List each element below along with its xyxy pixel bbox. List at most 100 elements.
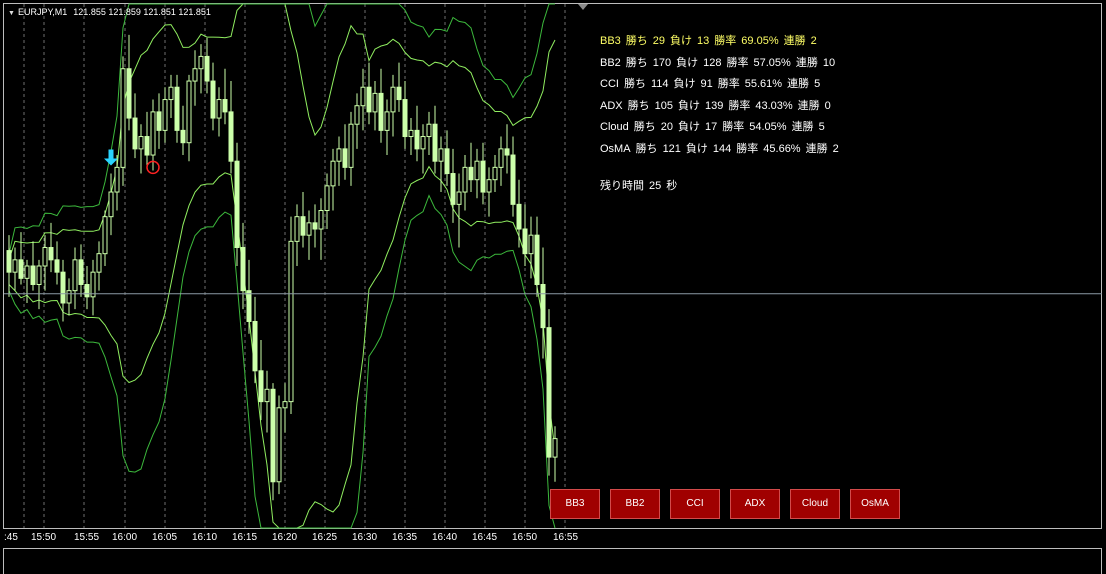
bull-candle-body: [138, 136, 144, 150]
time-tick-label: 16:45: [472, 532, 498, 543]
bb2-button[interactable]: BB2: [610, 489, 660, 519]
candle-14: [90, 259, 96, 316]
dropdown-triangle-icon[interactable]: ▼: [8, 10, 15, 17]
bb3-button[interactable]: BB3: [550, 489, 600, 519]
bull-candle-body: [192, 68, 198, 82]
candle-65: [396, 62, 402, 112]
bull-candle-body: [162, 99, 168, 131]
ohlc-values: 121.855 121.859 121.851 121.851: [73, 7, 211, 17]
time-tick-label: 16:05: [152, 532, 178, 543]
bull-candle-body: [36, 265, 42, 285]
bear-candle-body: [78, 259, 84, 285]
candle-83: [504, 124, 510, 174]
stat-streak: 0: [824, 99, 831, 112]
stat-win-label: 勝ち: [623, 78, 646, 90]
stat-win-label: 勝ち: [625, 56, 648, 69]
candle-4: [30, 241, 36, 291]
bear-candle-body: [258, 370, 264, 403]
stat-row-cci: CCI 勝ち 114 負け 91 勝率 55.61% 連勝 5: [600, 74, 844, 96]
bull-candle-body: [336, 148, 342, 162]
bear-candle-body: [174, 86, 180, 131]
candle-32: [198, 44, 204, 94]
stat-loss-label: 負け: [678, 121, 700, 133]
candle-85: [516, 179, 522, 248]
stat-losses: 128: [703, 56, 722, 69]
candle-38: [234, 142, 240, 266]
bull-candle-body: [324, 185, 330, 212]
bull-candle-body: [198, 55, 204, 70]
stat-rate-label: 勝率: [736, 142, 759, 155]
indicator-subwindow: [3, 548, 1102, 574]
bear-candle-body: [450, 173, 456, 205]
stat-rate: 57.05%: [753, 56, 791, 69]
bear-candle-body: [210, 80, 216, 119]
bull-candle-body: [12, 259, 18, 273]
candle-33: [204, 37, 210, 94]
time-tick-label: 15:50: [31, 532, 57, 543]
time-tick-label: 16:40: [432, 532, 458, 543]
candle-78: [474, 148, 480, 199]
stat-loss-label: 負け: [685, 142, 708, 155]
stat-rate-label: 勝率: [714, 35, 737, 47]
candle-42: [258, 339, 264, 421]
bear-candle-body: [444, 148, 450, 175]
candle-58: [354, 93, 360, 149]
cloud-button[interactable]: Cloud: [790, 489, 840, 519]
bull-candle-body: [474, 160, 480, 181]
bull-candle-body: [276, 407, 282, 483]
candle-23: [144, 111, 150, 168]
adx-button[interactable]: ADX: [730, 489, 780, 519]
bear-candle-body: [396, 86, 402, 101]
candle-80: [486, 167, 492, 217]
candle-31: [192, 50, 198, 106]
stat-loss-label: 負け: [673, 78, 696, 90]
candle-7: [48, 222, 54, 273]
bear-candle-body: [534, 234, 540, 285]
stat-win-label: 勝ち: [627, 99, 650, 112]
stat-streak: 10: [822, 56, 836, 69]
stat-loss-label: 負け: [677, 99, 700, 112]
candle-88: [534, 216, 540, 297]
bear-candle-body: [132, 117, 138, 150]
stat-win-label: 勝ち: [635, 142, 658, 155]
time-tick-label: 16:35: [392, 532, 418, 543]
stat-streak: 2: [810, 35, 817, 47]
osma-button[interactable]: OsMA: [850, 489, 900, 519]
cci-button[interactable]: CCI: [670, 489, 720, 519]
candle-52: [318, 198, 324, 260]
bull-candle-body: [384, 111, 390, 131]
bear-candle-body: [30, 265, 36, 285]
bull-candle-body: [150, 111, 156, 156]
time-tick-label: 16:15: [232, 532, 258, 543]
bear-candle-body: [378, 92, 384, 131]
candle-16: [102, 210, 108, 266]
candle-44: [270, 383, 276, 501]
stat-name: OsMA: [600, 142, 631, 155]
stat-streak-label: 連勝: [783, 35, 806, 47]
stat-rate: 69.05%: [741, 35, 779, 47]
time-tick-label: 15:55: [74, 532, 100, 543]
candle-61: [372, 81, 378, 131]
candle-57: [348, 111, 354, 186]
stat-win-label: 勝ち: [625, 35, 648, 47]
stat-wins: 105: [654, 99, 673, 112]
bear-candle-body: [48, 247, 54, 261]
stat-streak-label: 連勝: [805, 142, 828, 155]
bear-candle-body: [342, 148, 348, 168]
bull-candle-body: [456, 191, 462, 205]
candle-45: [276, 395, 282, 495]
bear-candle-body: [252, 320, 258, 372]
stat-losses: 144: [712, 142, 732, 155]
candle-34: [210, 62, 216, 131]
chart-shift-marker-icon[interactable]: [578, 4, 588, 10]
candle-17: [108, 173, 114, 236]
bull-candle-body: [282, 401, 288, 409]
stat-rate: 54.05%: [749, 121, 787, 133]
time-tick-label: 16:30: [352, 532, 378, 543]
bull-candle-body: [426, 123, 432, 138]
bull-candle-body: [438, 148, 444, 162]
price-chart[interactable]: [0, 0, 1106, 529]
candle-1: [12, 247, 18, 291]
bull-candle-body: [294, 216, 300, 242]
bull-candle-body: [102, 216, 108, 255]
